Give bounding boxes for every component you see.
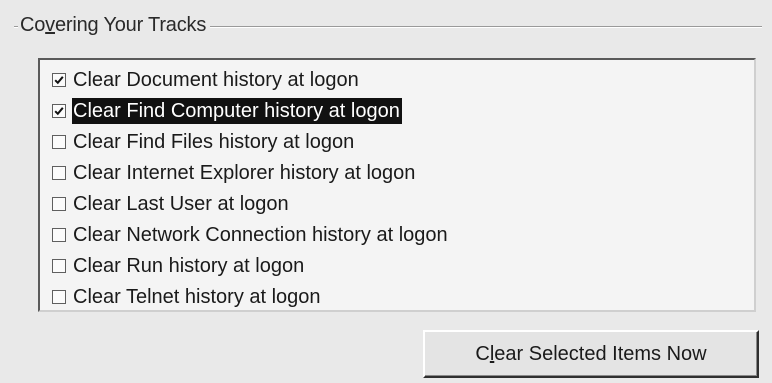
list-item-label: Clear Run history at logon (73, 254, 305, 277)
list-item[interactable]: Clear Telnet history at logon (40, 281, 754, 312)
list-item-label: Clear Document history at logon (73, 68, 359, 91)
list-item[interactable]: Clear Run history at logon (40, 250, 754, 281)
list-item[interactable]: Clear Last User at logon (40, 188, 754, 219)
groupbox-title-accelerator: v (45, 14, 55, 36)
button-label-suffix: ear Selected Items Now (494, 342, 707, 365)
list-item-label: Clear Find Files history at logon (73, 130, 355, 153)
list-item[interactable]: Clear Network Connection history at logo… (40, 219, 754, 250)
checkbox[interactable] (52, 72, 66, 87)
list-item-label: Clear Last User at logon (73, 192, 289, 215)
list-item[interactable]: Clear Internet Explorer history at logon (40, 157, 754, 188)
checkbox[interactable] (52, 227, 66, 242)
checkmark-icon (54, 106, 64, 115)
list-item-label: Clear Network Connection history at logo… (73, 223, 448, 246)
list-item[interactable]: Clear Document history at logon (40, 64, 754, 95)
checkbox[interactable] (52, 103, 66, 118)
checkbox[interactable] (52, 258, 66, 273)
checkbox[interactable] (52, 165, 66, 180)
checkbox[interactable] (52, 134, 66, 149)
list-item-label: Clear Internet Explorer history at logon (73, 161, 416, 184)
list-item[interactable]: Clear Find Files history at logon (40, 126, 754, 157)
list-item-label: Clear Telnet history at logon (73, 285, 321, 308)
checkbox[interactable] (52, 289, 66, 304)
groupbox-title-prefix: Co (20, 14, 46, 36)
groupbox-title: Covering Your Tracks (18, 12, 211, 38)
checkbox[interactable] (52, 196, 66, 211)
tracks-checklist[interactable]: Clear Document history at logon Clear Fi… (38, 58, 756, 312)
groupbox-title-suffix: ering Your Tracks (54, 14, 207, 36)
list-item[interactable]: Clear Find Computer history at logon (40, 95, 754, 126)
clear-selected-items-button[interactable]: Cl ear Selected Items Now (423, 330, 759, 378)
button-label-prefix: C (475, 342, 490, 365)
checkmark-icon (54, 75, 64, 84)
list-item-label: Clear Find Computer history at logon (72, 97, 402, 124)
